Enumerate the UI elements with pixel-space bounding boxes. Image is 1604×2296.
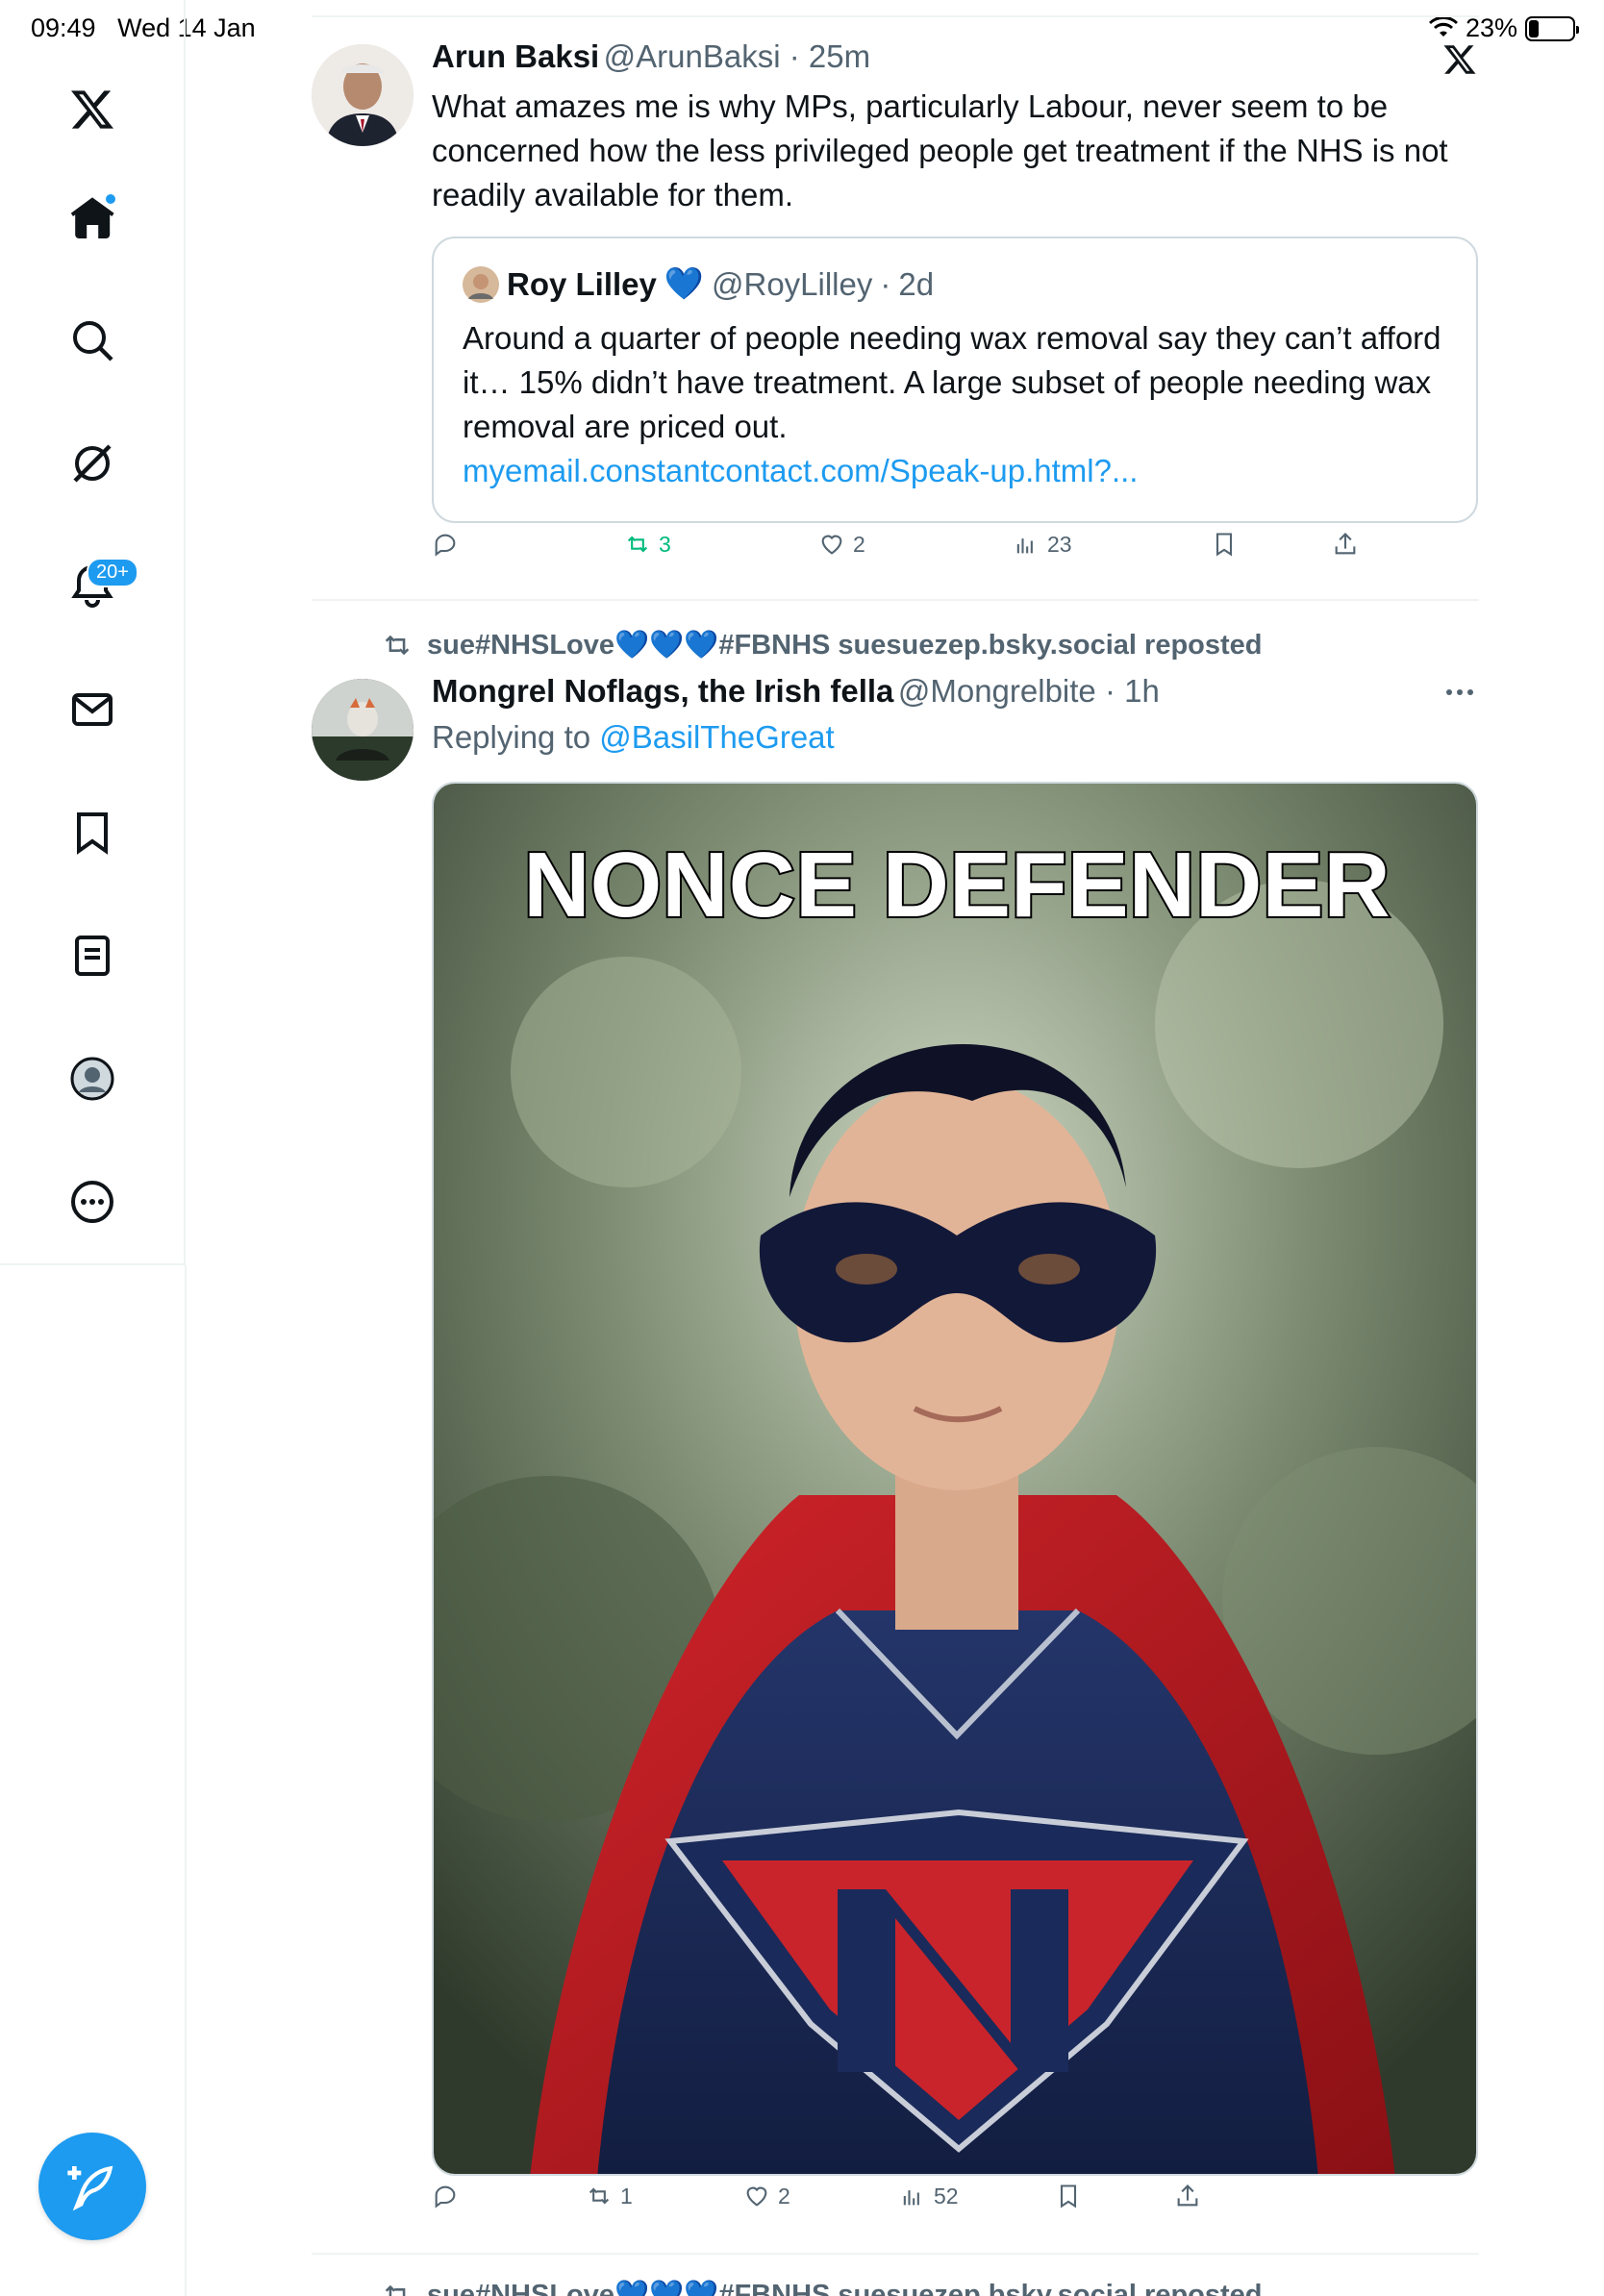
view-count: 52: [934, 2183, 959, 2209]
repost-count: 3: [659, 531, 671, 557]
sidebar-item-notifications[interactable]: 20+: [46, 540, 138, 633]
sidebar-item-grok[interactable]: [46, 417, 138, 510]
share-button[interactable]: [1174, 2183, 1201, 2209]
list-icon: [75, 936, 110, 976]
repost-icon: [385, 2284, 406, 2296]
sidebar-item-bookmarks[interactable]: [46, 786, 138, 879]
repost-indicator: sue#NHSLove💙💙💙#FBNHS suesuezep.bsky.soci…: [381, 629, 1263, 661]
author-name[interactable]: Arun Baksi: [432, 38, 599, 74]
repost-button[interactable]: 1: [586, 2183, 633, 2209]
avatar[interactable]: [312, 44, 414, 146]
reply-icon: [435, 534, 456, 557]
tweet-header: Arun Baksi @ArunBaksi · 25m: [432, 38, 871, 74]
battery-percent: 23%: [1465, 13, 1517, 42]
notifications-badge: 20+: [87, 558, 138, 587]
quote-tweet[interactable]: Roy Lilley 💙 @RoyLilley · 2d Around a quar…: [432, 237, 1478, 523]
avatar-photo: [312, 44, 414, 146]
views-icon: [1016, 538, 1033, 554]
more-icon: [71, 1181, 113, 1223]
sidebar-border: [185, 1265, 187, 2296]
repost-count: 1: [620, 2183, 633, 2209]
bookmark-icon: [77, 812, 108, 855]
more-options-icon[interactable]: [1442, 681, 1477, 704]
bookmark-button[interactable]: [1211, 531, 1238, 558]
quote-author-handle: @RoyLilley: [711, 265, 873, 302]
bookmark-button[interactable]: [1055, 2183, 1082, 2209]
replying-to-handle[interactable]: @BasilTheGreat: [599, 719, 834, 755]
tweet-time[interactable]: 1h: [1124, 673, 1160, 709]
search-icon: [73, 321, 113, 362]
status-icons: 23%: [1428, 13, 1579, 43]
like-button[interactable]: 2: [818, 531, 865, 558]
reply-icon: [435, 2185, 456, 2209]
heart-icon: [746, 2186, 767, 2207]
sidebar-item-more[interactable]: [46, 1156, 138, 1248]
quote-avatar: [463, 265, 499, 303]
sidebar-item-search[interactable]: [46, 294, 138, 387]
tweet-header: Mongrel Noflags, the Irish fella @Mongre…: [432, 673, 1160, 709]
views-icon: [903, 2190, 919, 2206]
grok-icon: [73, 444, 112, 483]
bookmark-icon: [1216, 533, 1233, 557]
tweet-divider: [312, 2253, 1479, 2255]
tweet-image[interactable]: NONCE DEFENDER: [432, 782, 1478, 2176]
reply-button[interactable]: [432, 2183, 459, 2209]
repost-text[interactable]: sue#NHSLove💙💙💙#FBNHS suesuezep.bsky.soci…: [427, 2279, 1263, 2296]
x-logo-icon[interactable]: [46, 63, 138, 156]
top-divider: [312, 15, 1479, 17]
share-button[interactable]: [1332, 531, 1359, 558]
avatar[interactable]: [312, 679, 414, 781]
repost-button[interactable]: 3: [624, 531, 671, 558]
tweet-divider: [312, 599, 1479, 601]
reply-button[interactable]: [432, 531, 459, 558]
superhero-image: NONCE DEFENDER: [434, 784, 1476, 2174]
share-icon: [1335, 533, 1356, 555]
quote-link[interactable]: myemail.constantcontact.com/Speak-up.htm…: [463, 453, 1138, 488]
repost-indicator: sue#NHSLove💙💙💙#FBNHS suesuezep.bsky.soci…: [381, 2279, 1263, 2296]
wifi-icon: [1428, 16, 1458, 37]
repost-icon: [589, 2187, 610, 2205]
sidebar-item-home[interactable]: [46, 171, 138, 263]
tweet-time[interactable]: 25m: [809, 38, 870, 74]
sidebar-item-messages[interactable]: [46, 663, 138, 756]
share-icon: [1177, 2184, 1198, 2207]
compose-icon: [67, 2165, 113, 2211]
tweet-text: What amazes me is why MPs, particularly …: [432, 88, 1448, 212]
view-count: 23: [1047, 531, 1072, 557]
image-caption: NONCE DEFENDER: [523, 834, 1390, 936]
heart-icon: [821, 535, 842, 555]
quote-time: 2d: [898, 265, 935, 302]
profile-icon: [70, 1057, 114, 1101]
repost-icon: [627, 536, 648, 553]
home-new-dot: [104, 192, 117, 206]
replying-to: Replying to @BasilTheGreat: [432, 719, 835, 755]
sidebar-item-lists[interactable]: [46, 910, 138, 1002]
sidebar: 20+: [0, 0, 186, 1265]
author-handle[interactable]: @Mongrelbite: [898, 673, 1096, 709]
like-button[interactable]: 2: [743, 2183, 790, 2209]
heart-emoji: 💙: [664, 265, 704, 301]
like-count: 2: [778, 2183, 790, 2209]
quote-text: Around a quarter of people needing wax r…: [463, 320, 1441, 488]
avatar-photo: [312, 679, 414, 781]
sidebar-item-profile[interactable]: [46, 1033, 138, 1125]
author-handle[interactable]: @ArunBaksi: [604, 38, 781, 74]
views-button[interactable]: 52: [899, 2183, 959, 2209]
close-icon[interactable]: [1442, 42, 1477, 77]
author-name[interactable]: Mongrel Noflags, the Irish fella: [432, 673, 893, 709]
like-count: 2: [853, 531, 865, 557]
battery-icon: [1525, 15, 1579, 41]
views-button[interactable]: 23: [1013, 531, 1072, 558]
mail-icon: [72, 693, 113, 726]
repost-icon: [385, 635, 410, 656]
bookmark-icon: [1060, 2184, 1077, 2209]
quote-header: Roy Lilley 💙 @RoyLilley · 2d: [463, 265, 1447, 303]
compose-button[interactable]: [38, 2133, 146, 2240]
quote-author-name: Roy Lilley: [507, 265, 657, 302]
repost-text[interactable]: sue#NHSLove💙💙💙#FBNHS suesuezep.bsky.soci…: [427, 629, 1263, 661]
